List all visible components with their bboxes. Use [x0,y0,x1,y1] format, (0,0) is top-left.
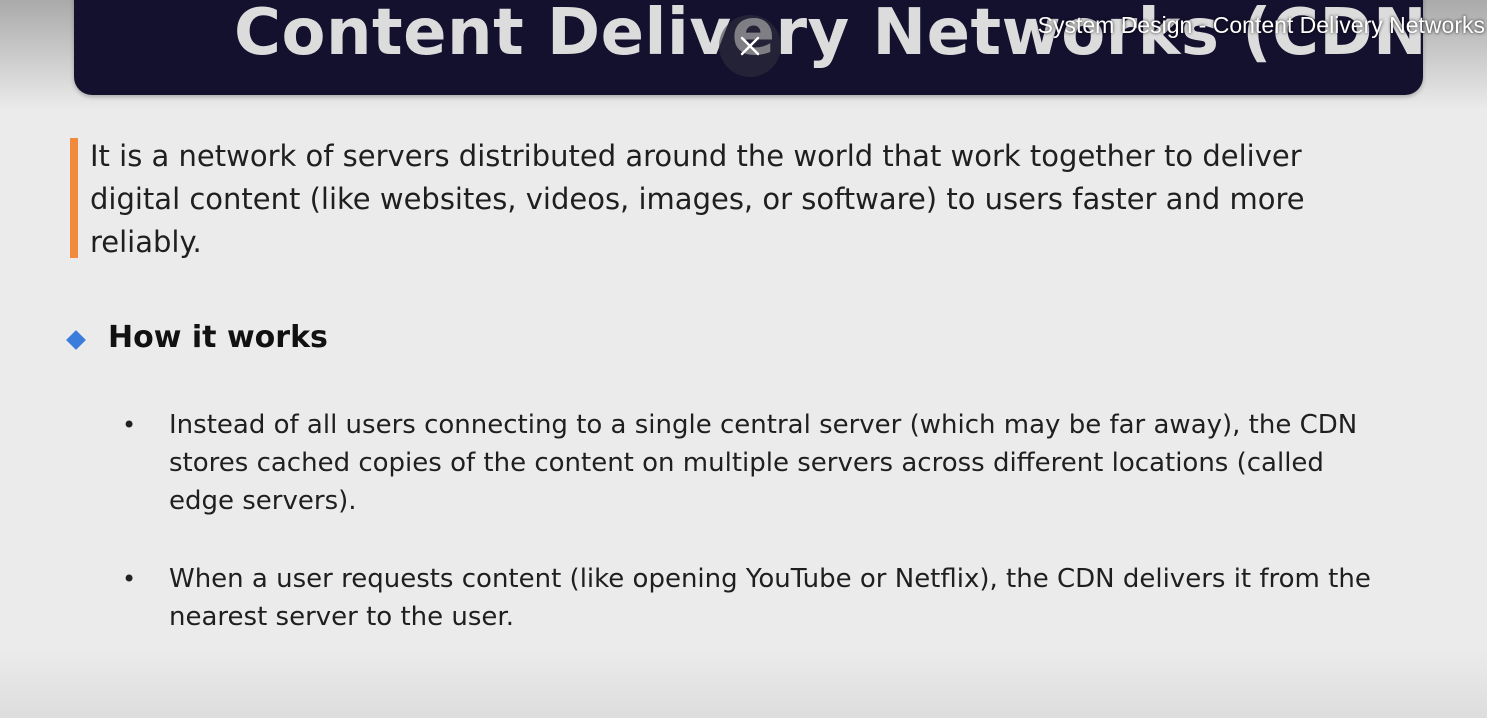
definition-text: It is a network of servers distributed a… [90,139,1305,259]
bullet-text: Instead of all users connecting to a sin… [169,410,1358,516]
close-button[interactable] [719,15,781,77]
diamond-icon [66,330,86,350]
video-title[interactable]: System Design - Content Delivery Network… [1038,12,1485,39]
bullet-text: When a user requests content (like openi… [169,564,1371,632]
bullet-icon: • [122,565,137,593]
section-heading: How it works [108,320,328,355]
quote-accent-bar [70,138,78,258]
bullet-icon: • [122,411,137,439]
video-bottom-overlay [0,648,1487,718]
close-icon [740,36,760,56]
